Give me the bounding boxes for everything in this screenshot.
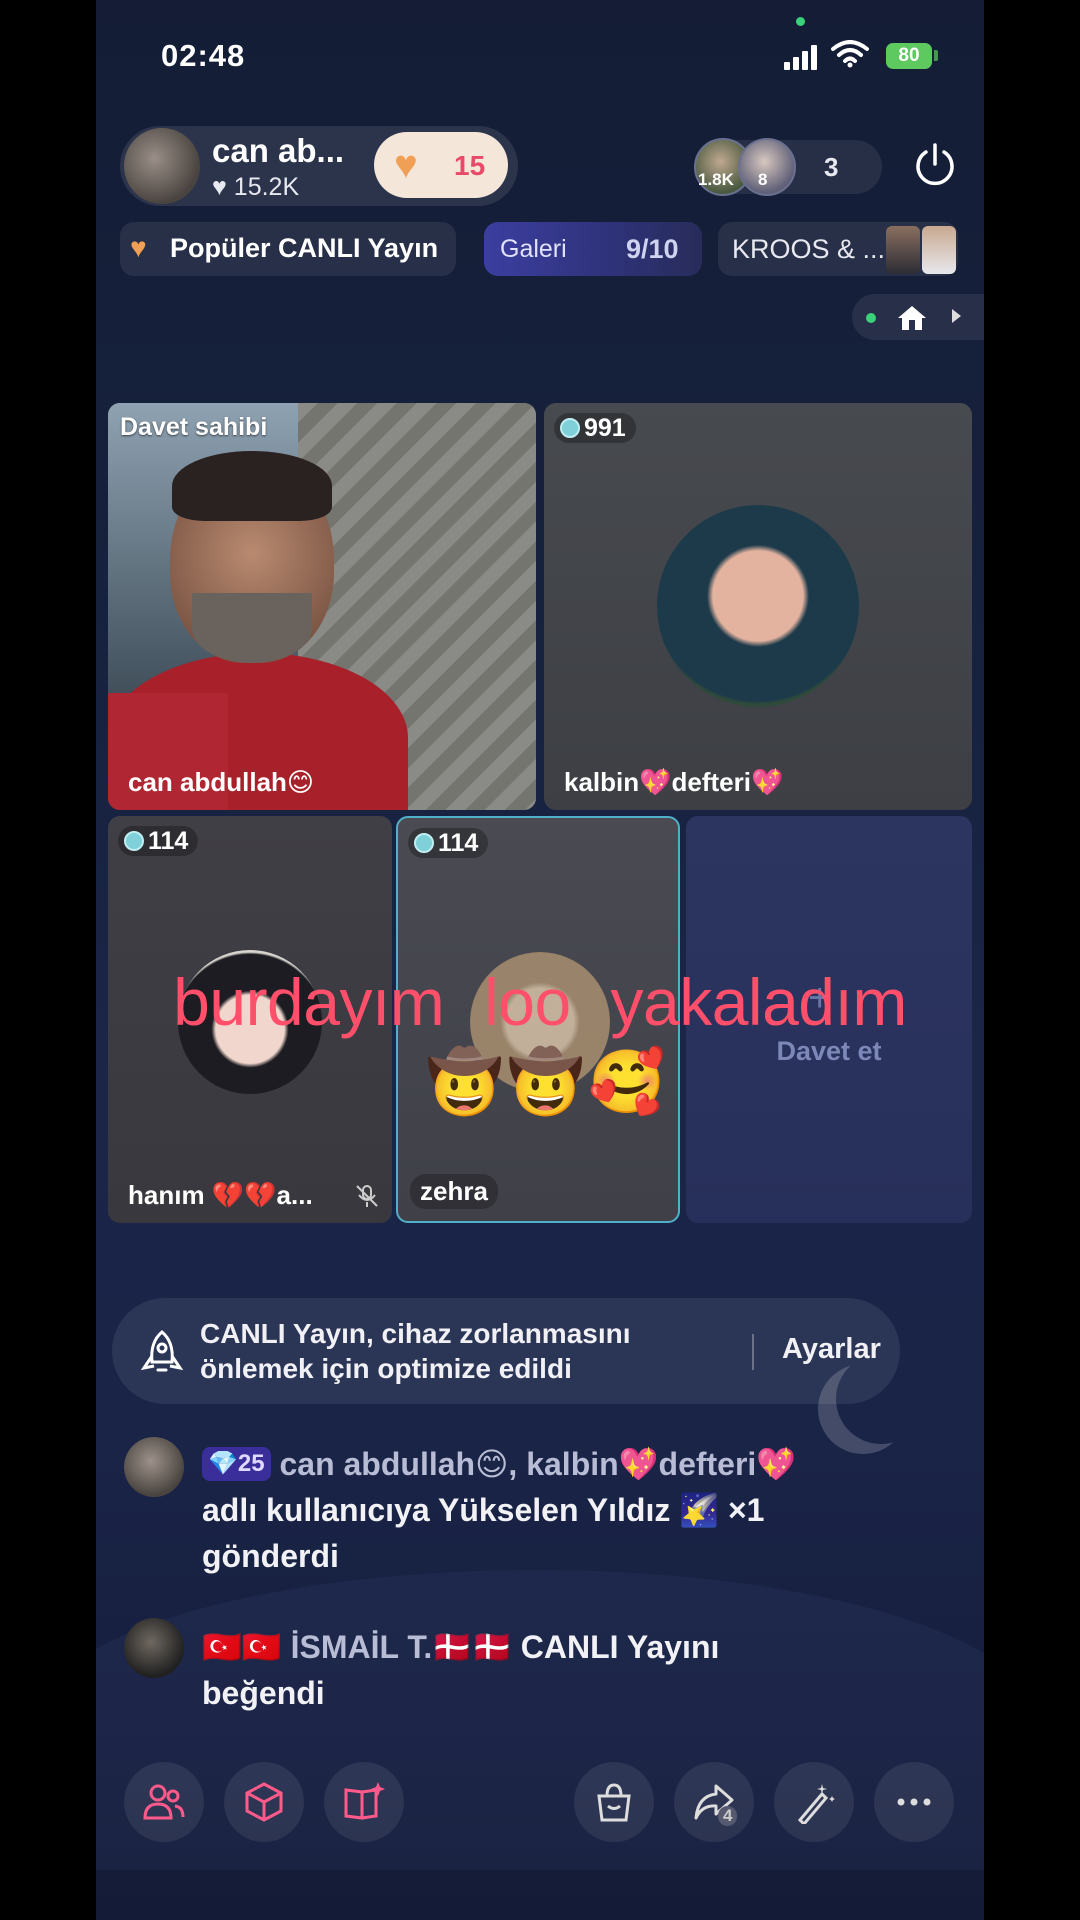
viewer-avatar-label: 1.8K	[698, 170, 734, 189]
chat-message: 💎25 can abdullah😊, kalbin💖defteri💖 adlı …	[202, 1441, 922, 1579]
live-stream-screen: 02:48 80 can ab... ♥ 15.2K ♥ 15 1.8K 8 3	[96, 0, 984, 1920]
moon-decoration	[836, 1354, 926, 1444]
chat-message: 🇹🇷🇹🇷 İSMAİL T.🇩🇰🇩🇰 CANLI Yayını beğendi	[202, 1624, 922, 1716]
magic-wand-button[interactable]	[774, 1762, 854, 1842]
host-video-tile[interactable]: Davet sahibi can abdullah😊	[108, 403, 536, 810]
book-button[interactable]	[324, 1762, 404, 1842]
users-icon	[143, 1784, 185, 1820]
person-hair	[172, 451, 332, 521]
guest-name: zehra	[410, 1174, 498, 1209]
gem-count: 114	[148, 827, 189, 855]
guest-avatar	[657, 505, 859, 707]
heart-icon: ♥	[212, 173, 227, 201]
kroos-tag[interactable]: KROOS & ...	[718, 222, 958, 276]
guests-button[interactable]	[124, 1762, 204, 1842]
divider	[752, 1334, 754, 1370]
overlay-comment-text: burdayım loo yakaladım	[173, 965, 907, 1039]
person-beard	[192, 593, 312, 663]
gem-icon	[414, 833, 434, 853]
shopping-bag-icon	[597, 1783, 631, 1822]
camera-indicator-dot	[796, 17, 805, 26]
home-icon[interactable]	[896, 304, 928, 332]
kroos-avatar	[922, 226, 956, 274]
gem-badge: 114	[408, 828, 489, 858]
orange-heart-icon: ♥	[394, 143, 418, 187]
signal-icon	[784, 42, 820, 70]
hill-decoration	[96, 1570, 984, 1870]
chat-username[interactable]: can abdullah😊,	[279, 1446, 517, 1482]
emoji-reactions: 🤠🤠🥰	[426, 1048, 670, 1117]
chat-line: beğendi	[202, 1675, 325, 1711]
user-level-badge: 💎25	[202, 1447, 271, 1481]
toast-line: CANLI Yayın, cihaz zorlanmasını	[200, 1318, 631, 1349]
gem-count: 114	[438, 829, 479, 857]
magic-wand-icon	[797, 1784, 835, 1824]
toast-line: önlemek için optimize edildi	[200, 1353, 572, 1384]
chat-line: adlı kullanıcıya Yükselen Yıldız 🌠 ×1	[202, 1492, 765, 1528]
host-tile-name: can abdullah😊	[128, 767, 315, 797]
heart-badge-icon: ♥	[130, 232, 147, 263]
gem-icon	[560, 418, 580, 438]
gallery-count: 9/10	[626, 234, 679, 264]
rocket-icon	[140, 1330, 184, 1372]
share-button[interactable]: 4	[674, 1762, 754, 1842]
viewer-count: 3	[824, 152, 839, 182]
expand-arrow-icon[interactable]	[952, 309, 961, 323]
live-dot	[866, 313, 876, 323]
cube-icon	[245, 1782, 283, 1822]
host-label: Davet sahibi	[120, 413, 268, 441]
chat-line: CANLI Yayını	[511, 1629, 720, 1665]
guest-tile-kalbin[interactable]: 991 kalbin💖defteri💖	[544, 403, 972, 810]
guest-name: kalbin💖defteri💖	[564, 767, 784, 797]
kroos-label: KROOS & ...	[732, 234, 886, 264]
popular-live-tag[interactable]: ♥ Popüler CANLI Yayın	[120, 222, 456, 276]
toast-message: CANLI Yayın, cihaz zorlanmasını önlemek …	[200, 1316, 631, 1386]
like-button[interactable]: ♥ 15	[374, 132, 508, 198]
viewer-avatar-label: 8	[758, 170, 768, 189]
chat-avatar[interactable]	[124, 1618, 184, 1678]
shop-button[interactable]	[574, 1762, 654, 1842]
popular-live-label: Popüler CANLI Yayın	[170, 233, 439, 263]
gem-badge: 114	[118, 826, 199, 856]
optimization-toast: CANLI Yayın, cihaz zorlanmasını önlemek …	[112, 1298, 900, 1404]
gallery-label: Galeri	[500, 235, 567, 263]
mini-control-bar[interactable]	[852, 294, 984, 340]
kroos-avatar	[886, 226, 920, 274]
battery-icon: 80	[886, 43, 932, 69]
host-avatar[interactable]	[124, 128, 200, 204]
chat-avatar[interactable]	[124, 1437, 184, 1497]
more-dots-icon	[897, 1798, 931, 1806]
status-time: 02:48	[161, 38, 246, 73]
like-count: 15	[454, 150, 486, 181]
book-sparkle-icon	[344, 1782, 385, 1820]
more-button[interactable]	[874, 1762, 954, 1842]
gem-count: 991	[584, 414, 626, 442]
wifi-icon	[831, 40, 869, 68]
chat-username[interactable]: 🇹🇷🇹🇷 İSMAİL T.🇩🇰🇩🇰	[202, 1629, 512, 1665]
host-likes: ♥ 15.2K	[212, 173, 299, 202]
mic-muted-icon	[356, 1185, 378, 1207]
gallery-tag[interactable]: Galeri 9/10	[484, 222, 702, 276]
chat-recipient: kalbin💖defteri💖	[517, 1446, 797, 1482]
gem-icon	[124, 831, 144, 851]
host-info[interactable]: can ab... ♥ 15.2K ♥ 15	[120, 126, 518, 206]
chat-line: gönderdi	[202, 1538, 339, 1574]
invite-label: Davet et	[776, 1036, 882, 1066]
host-name: can ab...	[212, 132, 345, 169]
guest-name: hanım 💔💔a...	[128, 1180, 313, 1210]
power-icon[interactable]	[912, 142, 958, 188]
host-likes-value: 15.2K	[233, 173, 300, 201]
effects-button[interactable]	[224, 1762, 304, 1842]
gem-badge: 991	[554, 413, 636, 443]
battery-tip	[934, 50, 938, 61]
viewer-list[interactable]: 1.8K 8 3	[694, 138, 882, 196]
